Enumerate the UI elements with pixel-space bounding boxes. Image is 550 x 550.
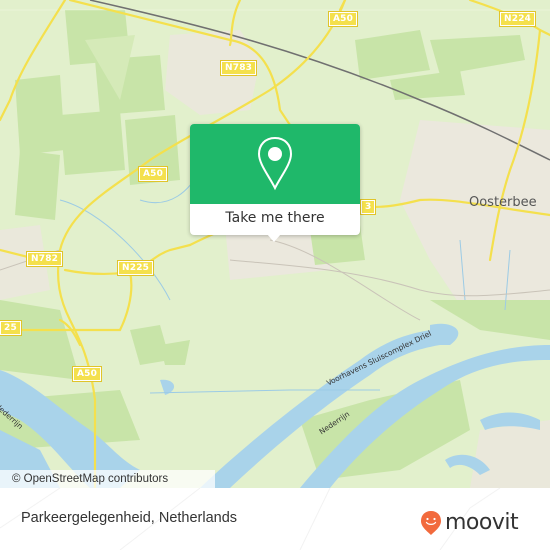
road-shield-n782: N782: [25, 251, 64, 267]
location-popup: Take me there: [190, 124, 360, 242]
popup-header: [190, 124, 360, 204]
road-shield-n225-left: 25: [0, 320, 22, 336]
moovit-pin-icon: [421, 511, 441, 535]
moovit-logo[interactable]: moovit: [420, 510, 519, 535]
place-label-oosterbeek: Oosterbee: [469, 195, 537, 210]
map-tiles: [0, 0, 550, 488]
take-me-there-button[interactable]: Take me there: [190, 204, 360, 235]
road-shield-partial: 3: [359, 199, 377, 215]
map-attribution[interactable]: © OpenStreetMap contributors: [0, 470, 215, 488]
road-shield-n224: N224: [498, 11, 537, 27]
map[interactable]: N783 A50 N224 A50 N782 N225 25 A50 3 Oos…: [0, 0, 550, 488]
road-shield-n225: N225: [116, 260, 155, 276]
road-shield-a50-bottom: A50: [71, 366, 103, 382]
map-pin-icon: [257, 136, 293, 191]
location-title: Parkeergelegenheid, Netherlands: [21, 510, 238, 526]
popup-pointer: [267, 234, 281, 242]
road-shield-a50-mid: A50: [137, 166, 169, 182]
road-shield-n783: N783: [219, 60, 258, 76]
moovit-wordmark: moovit: [445, 510, 519, 535]
road-shield-a50-top: A50: [327, 11, 359, 27]
